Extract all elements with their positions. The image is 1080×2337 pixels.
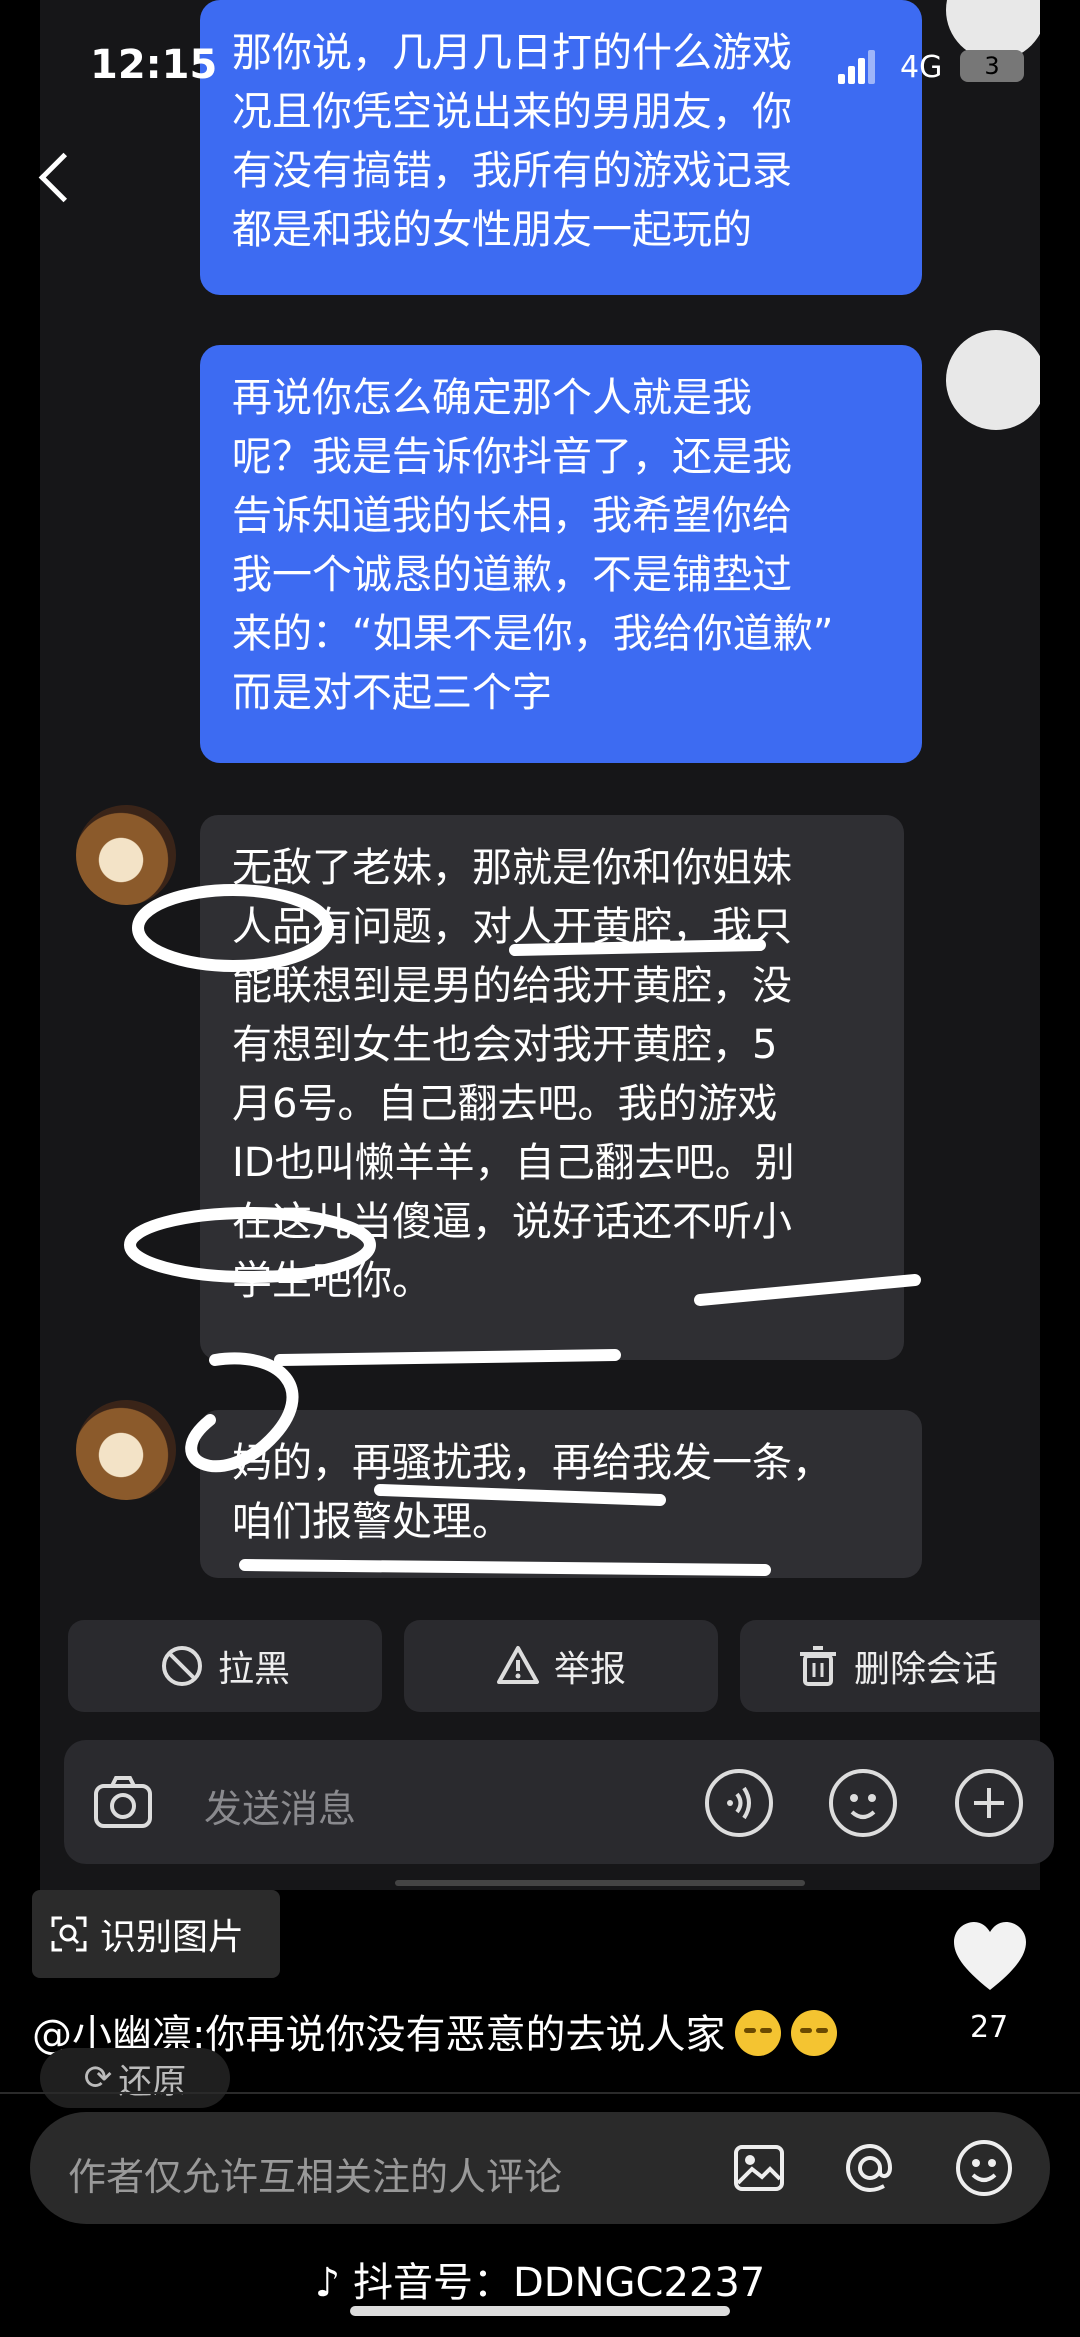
comment-input[interactable]: 作者仅允许互相关注的人评论 bbox=[30, 2112, 1050, 2224]
trash-icon bbox=[799, 1646, 836, 1686]
rolling-eyes-emoji-icon bbox=[735, 2010, 782, 2056]
restore-label: 还原 bbox=[118, 2061, 187, 2102]
voice-icon[interactable] bbox=[704, 1768, 774, 1838]
block-button[interactable]: 拉黑 bbox=[68, 1620, 382, 1712]
chat-screenshot: 那你说，几月几日打的什么游戏 况且你凭空说出来的男朋友，你 有没有搞错，我所有的… bbox=[40, 0, 1040, 1890]
emoji-icon[interactable] bbox=[828, 1768, 898, 1838]
douyin-id: DDNGC2237 bbox=[513, 2260, 766, 2306]
comment-placeholder: 作者仅允许互相关注的人评论 bbox=[68, 2155, 563, 2199]
contact-avatar[interactable] bbox=[76, 1400, 176, 1500]
warning-icon bbox=[496, 1646, 539, 1684]
scan-icon bbox=[51, 1916, 87, 1952]
message-input-placeholder[interactable]: 发送消息 bbox=[204, 1778, 356, 1833]
home-indicator bbox=[350, 2306, 730, 2316]
plus-icon[interactable] bbox=[954, 1768, 1024, 1838]
report-button[interactable]: 举报 bbox=[404, 1620, 718, 1712]
battery-indicator: 3 bbox=[960, 50, 1024, 82]
restore-button[interactable]: ⟳ 还原 bbox=[40, 2048, 230, 2108]
at-icon[interactable] bbox=[840, 2138, 900, 2198]
emoji-icon[interactable] bbox=[954, 2138, 1014, 2198]
delete-conversation-button[interactable]: 删除会话 bbox=[740, 1620, 1040, 1712]
camera-icon[interactable] bbox=[88, 1768, 158, 1838]
status-time: 12:15 bbox=[90, 42, 218, 88]
chat-input-bar[interactable]: 发送消息 bbox=[64, 1740, 1054, 1864]
contact-avatar[interactable] bbox=[76, 805, 176, 905]
tiktok-logo-icon: ♪ bbox=[314, 2260, 341, 2306]
status-bar: 12:15 4G 3 bbox=[0, 0, 1080, 140]
block-icon bbox=[161, 1646, 202, 1686]
message-bubble-sent: 再说你怎么确定那个人就是我 呢？我是告诉你抖音了，还是我 告诉知道我的长相，我希… bbox=[200, 345, 922, 763]
image-icon[interactable] bbox=[732, 2141, 786, 2195]
heart-icon[interactable] bbox=[950, 1918, 1030, 1998]
recognize-image-button[interactable]: 识别图片 bbox=[32, 1890, 280, 1978]
my-avatar[interactable] bbox=[946, 330, 1040, 430]
scroll-indicator bbox=[395, 1880, 805, 1886]
recognize-image-label: 识别图片 bbox=[100, 1917, 245, 1958]
network-type: 4G bbox=[900, 50, 943, 85]
douyin-watermark: ♪ 抖音号：DDNGC2237 bbox=[0, 2250, 1080, 2308]
delete-label: 删除会话 bbox=[853, 1649, 998, 1690]
like-count: 27 bbox=[970, 2010, 1009, 2045]
rolling-eyes-emoji-icon bbox=[791, 2010, 838, 2056]
douyin-label: 抖音号： bbox=[353, 2260, 513, 2306]
message-bubble-received: 妈的，再骚扰我，再给我发一条， 咱们报警处理。 bbox=[200, 1410, 922, 1578]
block-label: 拉黑 bbox=[217, 1649, 290, 1690]
message-bubble-received: 无敌了老妹，那就是你和你姐妹 人品有问题，对人开黄腔，我只 能联想到是男的给我开… bbox=[200, 815, 904, 1360]
signal-icon bbox=[838, 50, 878, 84]
caption-text: 你再说你没有恶意的去说人家 bbox=[205, 2012, 726, 2058]
report-label: 举报 bbox=[553, 1649, 626, 1690]
divider bbox=[0, 2092, 1080, 2094]
